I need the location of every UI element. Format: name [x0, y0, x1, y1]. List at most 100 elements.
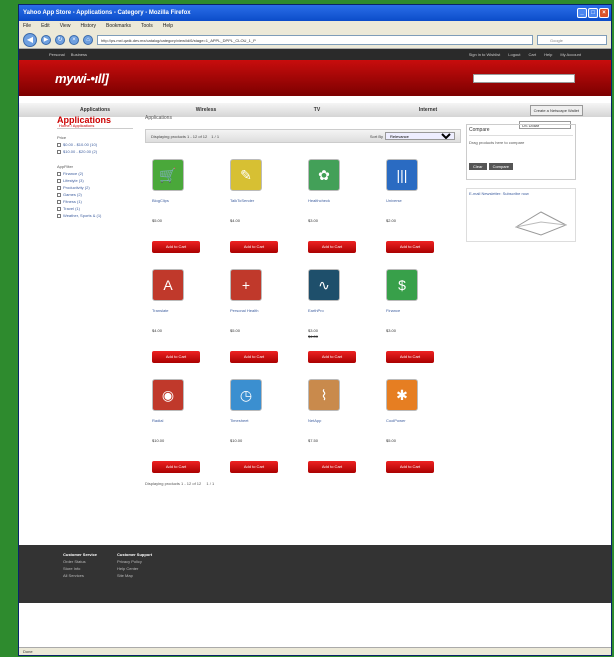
clear-button[interactable]: Clear — [469, 163, 487, 170]
forward-icon[interactable]: ▶ — [41, 34, 51, 45]
product-name[interactable]: NetApp — [308, 418, 379, 424]
tree-icon[interactable]: ⌇ — [308, 379, 340, 411]
app-filter-item[interactable]: Travel (1) — [57, 206, 133, 211]
top-link-signin[interactable]: Sign in to Wishlist — [469, 52, 501, 57]
newsletter-text[interactable]: E-mail Newsletter: Subscribe now — [469, 191, 529, 196]
top-link-personal[interactable]: Personal — [49, 52, 65, 57]
app-filter-item[interactable]: Productivity (2) — [57, 185, 133, 190]
reload-icon[interactable]: ↻ — [55, 34, 65, 45]
footer-link[interactable]: All Services — [63, 572, 97, 579]
close-button[interactable]: × — [599, 8, 609, 18]
wave-icon[interactable]: ∿ — [308, 269, 340, 301]
add-to-cart-button[interactable]: Add to Cart — [152, 351, 200, 363]
product-name[interactable]: BlogClips — [152, 198, 223, 204]
cart-icon[interactable]: 🛒 — [152, 159, 184, 191]
plus-icon[interactable]: + — [230, 269, 262, 301]
checkbox-icon[interactable] — [57, 149, 61, 154]
add-to-cart-button[interactable]: Add to Cart — [230, 351, 278, 363]
checkbox-icon[interactable] — [57, 142, 61, 147]
price-filter-item[interactable]: $10.00 - $20.00 (2) — [57, 149, 133, 154]
menu-edit[interactable]: Edit — [41, 23, 50, 29]
menu-help[interactable]: Help — [163, 23, 173, 29]
footer-link[interactable]: Site Map — [117, 572, 152, 579]
newsletter-box[interactable]: E-mail Newsletter: Subscribe now — [466, 188, 576, 242]
add-to-cart-button[interactable]: Add to Cart — [386, 461, 434, 473]
back-icon[interactable]: ◀ — [23, 32, 37, 47]
checkbox-icon[interactable] — [57, 171, 61, 176]
footer-link[interactable]: Privacy Policy — [117, 558, 152, 565]
chat-icon[interactable]: ✎ — [230, 159, 262, 191]
add-to-cart-button[interactable]: Add to Cart — [308, 241, 356, 253]
price-filter-item[interactable]: $0.00 - $10.00 (10) — [57, 142, 133, 147]
product-name[interactable]: Radial — [152, 418, 223, 424]
compare-button[interactable]: Compare — [488, 163, 514, 170]
checkbox-icon[interactable] — [57, 199, 61, 204]
menu-view[interactable]: View — [60, 23, 71, 29]
top-link-help[interactable]: Help — [544, 52, 552, 57]
add-to-cart-button[interactable]: Add to Cart — [152, 241, 200, 253]
product-name[interactable]: Finance — [386, 308, 457, 314]
product-name[interactable]: TalkToSender — [230, 198, 301, 204]
circle-icon[interactable]: ◉ — [152, 379, 184, 411]
add-to-cart-button[interactable]: Add to Cart — [386, 351, 434, 363]
address-bar[interactable]: http://ps.mxl.qwik.dev.mx/catalog/catego… — [97, 34, 533, 45]
product-name[interactable]: EarthPro — [308, 308, 379, 314]
app-filter-item[interactable]: Lifestyle (3) — [57, 178, 133, 183]
top-link-account[interactable]: My Account — [560, 52, 581, 57]
nav-tv[interactable]: TV — [269, 107, 365, 113]
nav-applications[interactable]: Applications — [47, 107, 143, 113]
sort-select[interactable]: Relevance — [385, 132, 455, 140]
footer-link[interactable]: Help Center — [117, 565, 152, 572]
product-name[interactable]: Timesheet — [230, 418, 301, 424]
clock-icon[interactable]: ◷ — [230, 379, 262, 411]
add-to-cart-button[interactable]: Add to Cart — [308, 461, 356, 473]
top-link-cart[interactable]: Cart — [529, 52, 537, 57]
site-logo[interactable]: mywi-•ıll] — [55, 71, 109, 86]
app-filter-item[interactable]: Games (2) — [57, 192, 133, 197]
text-icon[interactable]: A — [152, 269, 184, 301]
checkbox-icon[interactable] — [57, 213, 61, 218]
star-icon[interactable]: ✱ — [386, 379, 418, 411]
checkbox-icon[interactable] — [57, 192, 61, 197]
add-to-cart-button[interactable]: Add to Cart — [230, 241, 278, 253]
leaf-icon[interactable]: ✿ — [308, 159, 340, 191]
menu-file[interactable]: File — [23, 23, 31, 29]
bars-icon[interactable]: ||| — [386, 159, 418, 191]
product-name[interactable]: Personal Health — [230, 308, 301, 314]
nav-internet[interactable]: Internet — [365, 107, 491, 113]
add-to-cart-button[interactable]: Add to Cart — [386, 241, 434, 253]
menu-tools[interactable]: Tools — [141, 23, 153, 29]
menu-history[interactable]: History — [80, 23, 96, 29]
product-name[interactable]: Universe — [386, 198, 457, 204]
product-name[interactable]: CoolPower — [386, 418, 457, 424]
app-filter-item[interactable]: Weather, Sports & (1) — [57, 213, 133, 218]
checkbox-icon[interactable] — [57, 178, 61, 183]
site-search-input[interactable] — [473, 73, 575, 83]
product-name[interactable]: Translate — [152, 308, 223, 314]
add-to-cart-button[interactable]: Add to Cart — [308, 351, 356, 363]
checkbox-icon[interactable] — [57, 185, 61, 190]
create-wallet-button[interactable]: Create a Netscape Wallet — [529, 104, 583, 116]
footer-link[interactable]: Order Status — [63, 558, 97, 565]
footer-link[interactable]: Store Info — [63, 565, 97, 572]
add-to-cart-button[interactable]: Add to Cart — [230, 461, 278, 473]
top-link-business[interactable]: Business — [71, 52, 87, 57]
product-card: 🛒 BlogClips $5.00 Add to Cart — [145, 159, 223, 255]
home-icon[interactable]: ⌂ — [83, 34, 93, 45]
filter-label: Lifestyle (3) — [63, 178, 84, 183]
nav-wireless[interactable]: Wireless — [143, 107, 269, 113]
app-filter-item[interactable]: Finance (2) — [57, 171, 133, 176]
checkbox-icon[interactable] — [57, 206, 61, 211]
menu-bookmarks[interactable]: Bookmarks — [106, 23, 131, 29]
product-price: $5.00 — [386, 438, 397, 443]
product-price: $5.00 — [152, 218, 163, 223]
browser-search-input[interactable]: Google — [537, 34, 607, 45]
money-icon[interactable]: $ — [386, 269, 418, 301]
product-name[interactable]: Healthcheck — [308, 198, 379, 204]
top-link-logout[interactable]: Logout — [508, 52, 520, 57]
stop-icon[interactable]: × — [69, 34, 79, 45]
maximize-button[interactable]: □ — [588, 8, 598, 18]
minimize-button[interactable]: _ — [577, 8, 587, 18]
add-to-cart-button[interactable]: Add to Cart — [152, 461, 200, 473]
app-filter-item[interactable]: Fitness (1) — [57, 199, 133, 204]
